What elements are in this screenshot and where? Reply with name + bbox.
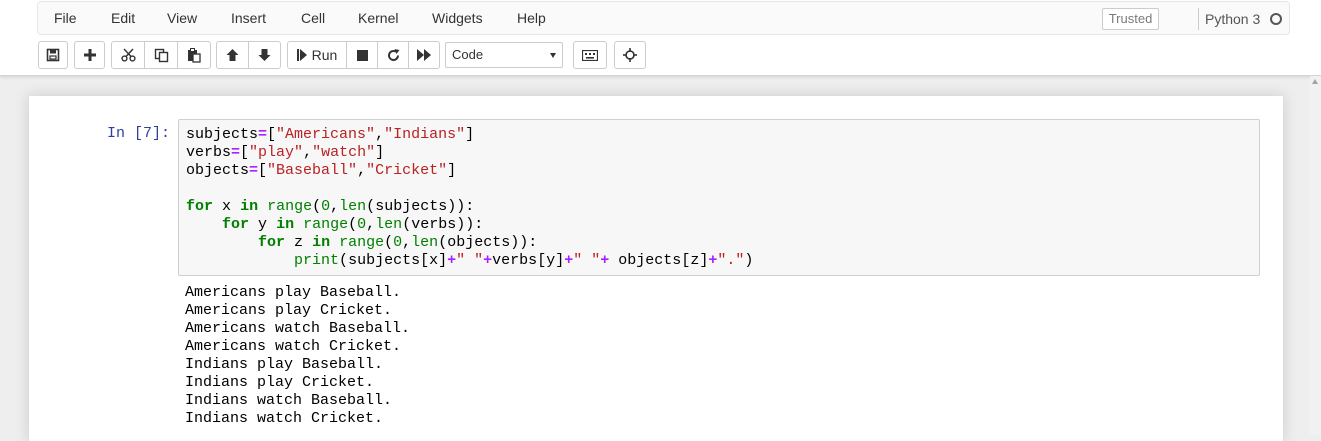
trusted-indicator[interactable]: Trusted (1102, 8, 1159, 30)
code-line: for x in range(0,len(subjects)): (186, 198, 475, 215)
menu-kernel[interactable]: Kernel (358, 10, 398, 26)
code-cell-input[interactable]: subjects=["Americans","Indians"] verbs=["… (178, 119, 1260, 276)
save-icon (46, 48, 60, 62)
arrow-down-icon (258, 49, 271, 61)
scroll-up-icon[interactable] (1312, 79, 1318, 84)
cell-output: Americans play Baseball. Americans play C… (185, 284, 410, 428)
output-line: Americans watch Cricket. (185, 338, 402, 355)
restart-run-all-button[interactable] (408, 41, 440, 69)
kernel-divider (1198, 8, 1199, 30)
run-icon (296, 49, 307, 61)
paste-button[interactable] (177, 41, 211, 69)
page-scrollbar[interactable] (1310, 76, 1321, 435)
menu-edit[interactable]: Edit (111, 10, 135, 26)
save-button[interactable] (38, 41, 68, 69)
arrow-up-icon (226, 49, 239, 61)
interrupt-button[interactable] (346, 41, 378, 69)
output-line: Indians watch Cricket. (185, 410, 384, 427)
code-editor[interactable]: subjects=["Americans","Indians"] verbs=["… (186, 126, 753, 270)
cell-type-value: Code (452, 47, 484, 62)
code-line: print(subjects[x]+" "+verbs[y]+" "+ obje… (294, 252, 754, 269)
menu-insert[interactable]: Insert (231, 10, 266, 26)
keyboard-icon (582, 49, 598, 61)
run-label: Run (311, 47, 338, 63)
kernel-name[interactable]: Python 3 (1205, 11, 1260, 27)
output-line: Americans play Cricket. (185, 302, 393, 319)
menu-help[interactable]: Help (517, 10, 546, 26)
restart-icon (387, 48, 399, 61)
move-up-button[interactable] (216, 41, 249, 69)
code-line: objects=["Baseball","Cricket"] (186, 162, 457, 179)
output-line: Indians watch Baseball. (185, 392, 393, 409)
restart-button[interactable] (377, 41, 409, 69)
menu-view[interactable]: View (167, 10, 197, 26)
command-palette-button[interactable] (573, 41, 607, 69)
move-down-button[interactable] (248, 41, 281, 69)
notebook-header: File Edit View Insert Cell Kernel Widget… (0, 0, 1321, 76)
move-button[interactable] (614, 41, 646, 69)
output-line: Americans watch Baseball. (185, 320, 411, 337)
notebook-container: In [7]: subjects=["Americans","Indians"]… (29, 96, 1283, 441)
run-button[interactable]: Run (287, 41, 347, 69)
move-icon (623, 48, 637, 62)
code-line: for z in range(0,len(objects)): (258, 234, 538, 251)
menu-widgets[interactable]: Widgets (432, 10, 483, 26)
output-line: Indians play Baseball. (185, 356, 384, 373)
code-line: subjects=["Americans","Indians"] (186, 126, 475, 143)
menu-file[interactable]: File (54, 10, 77, 26)
cut-button[interactable] (111, 41, 145, 69)
cell-type-select[interactable]: Code (445, 42, 563, 68)
output-line: Americans play Baseball. (185, 284, 402, 301)
menu-cell[interactable]: Cell (301, 10, 325, 26)
copy-button[interactable] (144, 41, 178, 69)
kernel-status-icon (1270, 13, 1282, 25)
cut-icon (120, 48, 136, 62)
stop-icon (356, 49, 368, 61)
input-prompt: In [7]: (107, 125, 171, 142)
plus-icon (83, 49, 96, 61)
chevron-down-icon (550, 53, 556, 58)
menubar: File Edit View Insert Cell Kernel Widget… (37, 1, 1290, 35)
insert-cell-button[interactable] (74, 41, 105, 69)
fast-forward-icon (417, 49, 431, 61)
output-line: Indians play Cricket. (185, 374, 375, 391)
code-line: for y in range(0,len(verbs)): (222, 216, 484, 233)
code-line: verbs=["play","watch"] (186, 144, 385, 161)
paste-icon (188, 47, 201, 63)
copy-icon (154, 48, 168, 62)
